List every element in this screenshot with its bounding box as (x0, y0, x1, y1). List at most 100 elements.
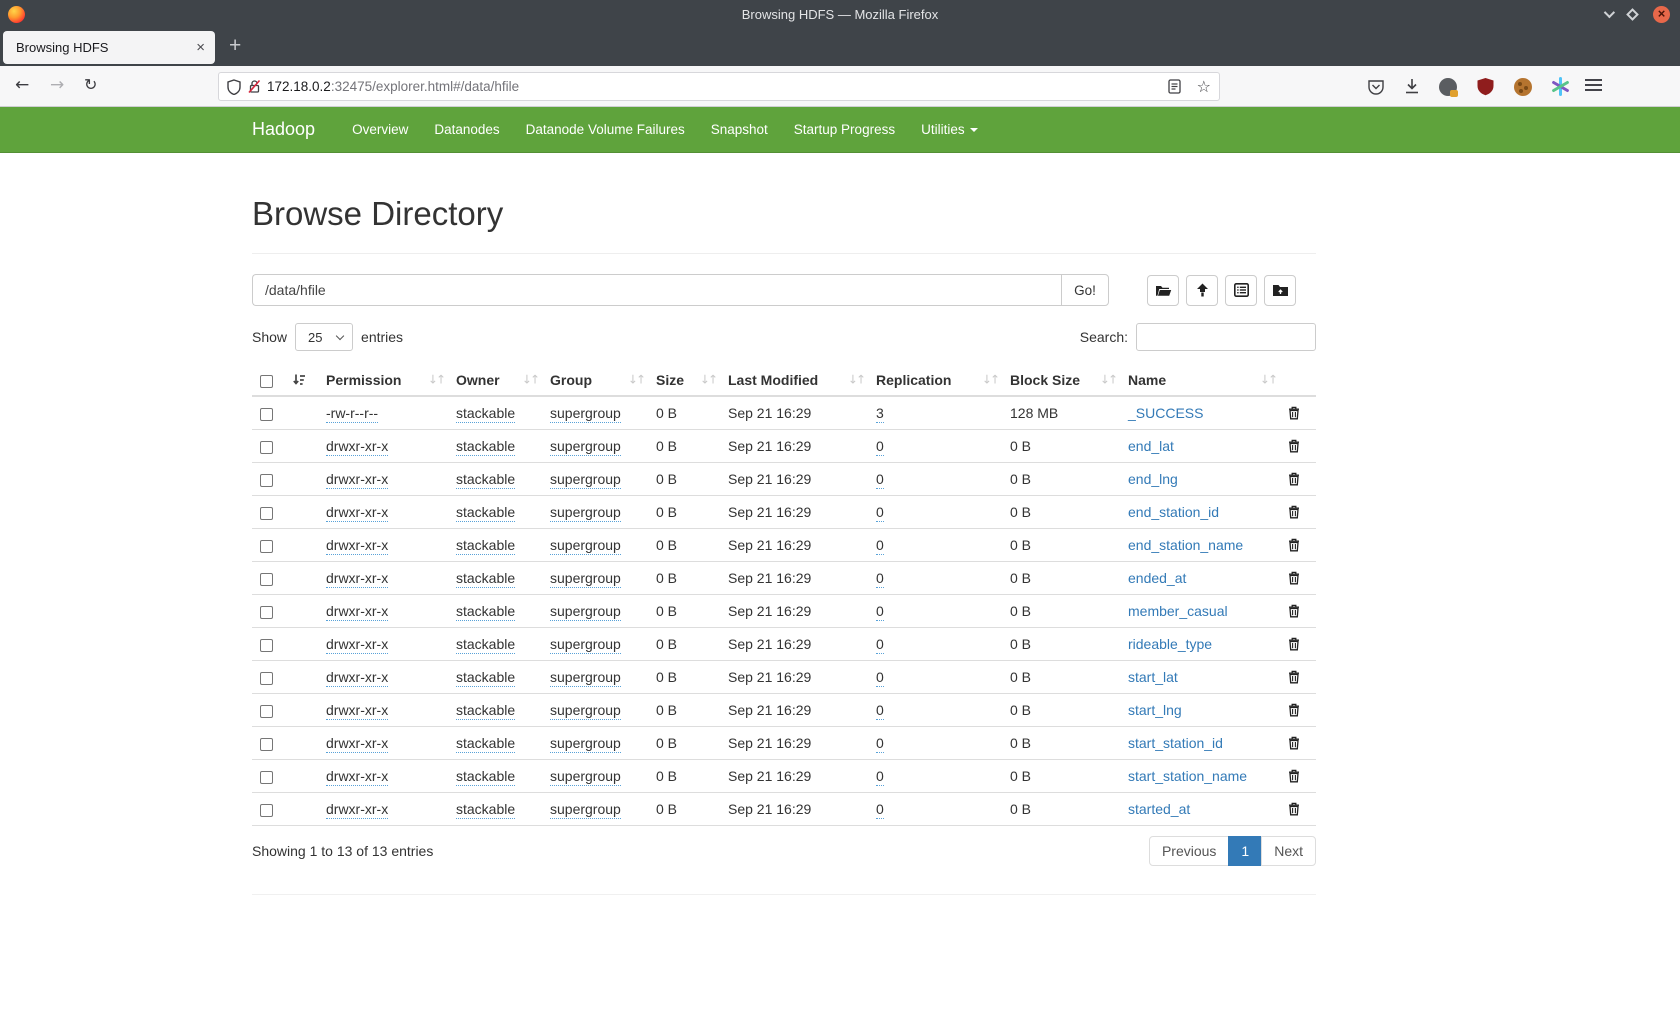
header-block-size[interactable]: Block Size↓↑ (1002, 365, 1120, 396)
sort-icon[interactable]: ↓↑ (1260, 373, 1276, 387)
nav-item-startup-progress[interactable]: Startup Progress (781, 122, 908, 137)
trash-icon[interactable] (1288, 505, 1308, 519)
cookie-icon[interactable] (1514, 78, 1532, 96)
back-icon[interactable]: ← (15, 75, 29, 95)
row-checkbox[interactable] (260, 474, 273, 487)
row-checkbox[interactable] (260, 540, 273, 553)
file-link[interactable]: rideable_type (1128, 636, 1212, 652)
create-directory-button[interactable] (1264, 275, 1296, 306)
file-link[interactable]: end_station_name (1128, 537, 1243, 553)
trash-icon[interactable] (1288, 670, 1308, 684)
file-link[interactable]: start_lng (1128, 702, 1182, 718)
row-checkbox[interactable] (260, 804, 273, 817)
file-link[interactable]: start_lat (1128, 669, 1178, 685)
row-checkbox[interactable] (260, 441, 273, 454)
trash-icon[interactable] (1288, 472, 1308, 486)
row-checkbox[interactable] (260, 705, 273, 718)
file-link[interactable]: end_lng (1128, 471, 1178, 487)
page-size-select[interactable]: 25 (295, 323, 353, 351)
download-icon[interactable] (1404, 78, 1420, 95)
file-link[interactable]: end_lat (1128, 438, 1174, 454)
row-checkbox[interactable] (260, 507, 273, 520)
trash-icon[interactable] (1288, 736, 1308, 750)
trash-icon[interactable] (1288, 769, 1308, 783)
navbar-brand[interactable]: Hadoop (252, 119, 315, 140)
nav-item-overview[interactable]: Overview (339, 122, 421, 137)
tab-close-icon[interactable]: × (196, 39, 205, 56)
nav-item-datanodes[interactable]: Datanodes (421, 122, 512, 137)
path-input[interactable] (252, 274, 1061, 306)
sort-icon[interactable]: ↓↑ (628, 373, 644, 387)
replication-cell: 0 (868, 529, 1002, 562)
sort-by-attributes-icon[interactable] (292, 373, 306, 387)
maximize-icon[interactable] (1626, 8, 1639, 21)
insecure-lock-icon[interactable] (248, 79, 261, 94)
sort-icon[interactable]: ↓↑ (1100, 373, 1116, 387)
row-checkbox[interactable] (260, 408, 273, 421)
url-text[interactable]: 172.18.0.2:32475/explorer.html#/data/hfi… (267, 79, 1168, 94)
nav-item-snapshot[interactable]: Snapshot (698, 122, 781, 137)
header-last-modified[interactable]: Last Modified↓↑ (720, 365, 868, 396)
sort-icon[interactable]: ↓↑ (428, 373, 444, 387)
sort-icon[interactable]: ↓↑ (848, 373, 864, 387)
header-permission[interactable]: Permission↓↑ (318, 365, 448, 396)
minimize-icon[interactable] (1604, 7, 1615, 18)
trash-icon[interactable] (1288, 703, 1308, 717)
page-1-button[interactable]: 1 (1228, 836, 1262, 866)
file-link[interactable]: _SUCCESS (1128, 405, 1203, 421)
file-link[interactable]: started_at (1128, 801, 1190, 817)
tracking-shield-icon[interactable] (227, 79, 241, 95)
trash-icon[interactable] (1288, 406, 1308, 420)
name-cell: end_station_id (1120, 496, 1280, 529)
nav-item-datanode-volume-failures[interactable]: Datanode Volume Failures (513, 122, 698, 137)
previous-page-button[interactable]: Previous (1149, 836, 1229, 866)
name-cell: start_station_name (1120, 760, 1280, 793)
next-page-button[interactable]: Next (1261, 836, 1316, 866)
select-all-checkbox[interactable] (260, 375, 273, 388)
reader-mode-icon[interactable] (1168, 79, 1181, 94)
nav-item-utilities[interactable]: Utilities (908, 122, 991, 137)
search-input[interactable] (1136, 323, 1316, 351)
trash-icon[interactable] (1288, 571, 1308, 585)
reload-icon[interactable]: ↻ (84, 75, 97, 94)
forward-icon[interactable]: → (50, 75, 64, 95)
browser-tab[interactable]: Browsing HDFS × (3, 31, 215, 64)
file-link[interactable]: end_station_id (1128, 504, 1219, 520)
header-size[interactable]: Size↓↑ (648, 365, 720, 396)
file-link[interactable]: member_casual (1128, 603, 1228, 619)
new-tab-button[interactable]: + (229, 34, 241, 58)
list-button[interactable] (1225, 275, 1257, 306)
sort-icon[interactable]: ↓↑ (982, 373, 998, 387)
extension-lock-icon[interactable] (1439, 78, 1457, 96)
sort-icon[interactable]: ↓↑ (700, 373, 716, 387)
header-replication[interactable]: Replication↓↑ (868, 365, 1002, 396)
pocket-icon[interactable] (1367, 78, 1385, 96)
menu-icon[interactable] (1585, 79, 1602, 94)
trash-icon[interactable] (1288, 637, 1308, 651)
row-checkbox[interactable] (260, 606, 273, 619)
row-checkbox[interactable] (260, 672, 273, 685)
trash-icon[interactable] (1288, 538, 1308, 552)
asterisk-extension-icon[interactable] (1551, 77, 1570, 96)
upload-button[interactable] (1186, 275, 1218, 306)
row-checkbox[interactable] (260, 771, 273, 784)
file-link[interactable]: start_station_name (1128, 768, 1247, 784)
trash-icon[interactable] (1288, 439, 1308, 453)
header-group[interactable]: Group↓↑ (542, 365, 648, 396)
window-close-button[interactable]: × (1653, 6, 1670, 23)
sort-icon[interactable]: ↓↑ (522, 373, 538, 387)
row-checkbox[interactable] (260, 738, 273, 751)
file-link[interactable]: start_station_id (1128, 735, 1223, 751)
header-owner[interactable]: Owner↓↑ (448, 365, 542, 396)
file-link[interactable]: ended_at (1128, 570, 1186, 586)
row-checkbox[interactable] (260, 573, 273, 586)
bookmark-star-icon[interactable]: ☆ (1197, 77, 1211, 96)
header-name[interactable]: Name↓↑ (1120, 365, 1280, 396)
open-folder-button[interactable] (1147, 275, 1179, 306)
row-checkbox[interactable] (260, 639, 273, 652)
ublock-icon[interactable] (1476, 77, 1495, 96)
url-bar[interactable]: 172.18.0.2:32475/explorer.html#/data/hfi… (218, 72, 1220, 101)
trash-icon[interactable] (1288, 604, 1308, 618)
trash-icon[interactable] (1288, 802, 1308, 816)
go-button[interactable]: Go! (1061, 274, 1109, 306)
